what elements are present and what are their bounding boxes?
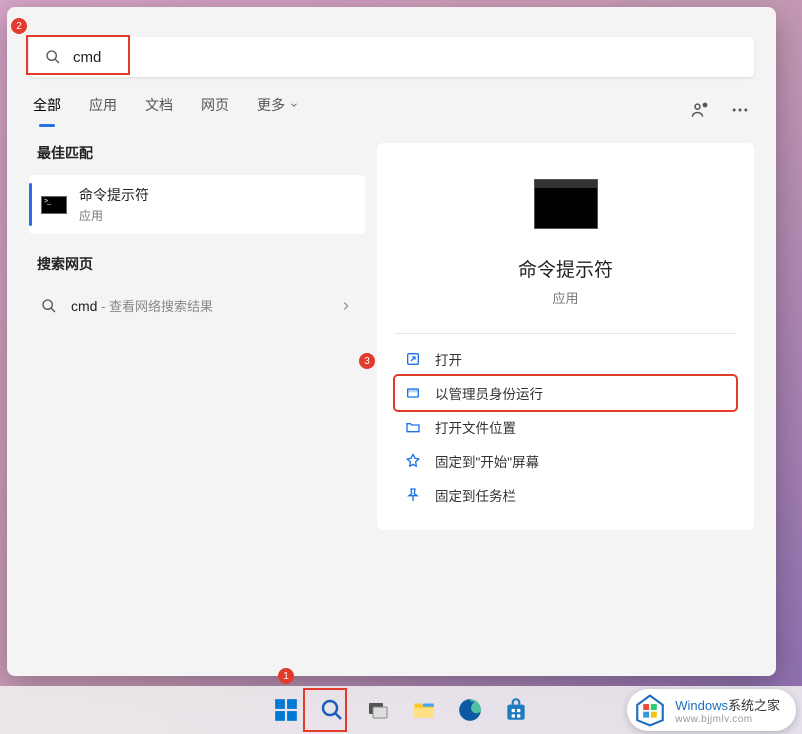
start-button[interactable]: [266, 690, 306, 730]
search-input[interactable]: [73, 49, 738, 66]
tab-more-label: 更多: [257, 95, 285, 115]
preview-app-icon: [534, 179, 598, 229]
taskbar-search[interactable]: [312, 690, 352, 730]
best-match-label: 最佳匹配: [29, 143, 365, 163]
best-match-item[interactable]: 命令提示符 应用: [29, 175, 365, 234]
annotation-badge-1: 1: [278, 668, 294, 684]
preview-title: 命令提示符: [518, 255, 613, 282]
open-icon: [405, 351, 421, 367]
preview-pane: 命令提示符 应用 打开 以管理员身份运行 打开文件位置 固定到"开: [377, 143, 754, 530]
filter-tabs: 全部 应用 文档 网页 更多: [29, 95, 754, 125]
tab-apps[interactable]: 应用: [89, 95, 117, 125]
pin-icon: [405, 487, 421, 503]
action-label: 以管理员身份运行: [435, 383, 543, 403]
watermark-title: Windows系统之家: [675, 695, 780, 714]
watermark-logo-icon: [633, 693, 667, 727]
web-search-item[interactable]: cmd - 查看网络搜索结果: [29, 286, 365, 325]
action-pin-start[interactable]: 固定到"开始"屏幕: [395, 444, 736, 478]
web-search-text: cmd - 查看网络搜索结果: [71, 296, 325, 315]
folder-icon: [411, 697, 437, 723]
action-pin-taskbar[interactable]: 固定到任务栏: [395, 478, 736, 512]
microsoft-store[interactable]: [496, 690, 536, 730]
pin-icon: [405, 453, 421, 469]
admin-icon: [405, 385, 421, 401]
store-icon: [503, 697, 529, 723]
action-label: 固定到"开始"屏幕: [435, 451, 539, 471]
action-open[interactable]: 打开: [395, 342, 736, 376]
task-view[interactable]: [358, 690, 398, 730]
search-icon: [45, 49, 61, 65]
annotation-badge-3: 3: [359, 353, 375, 369]
tab-web[interactable]: 网页: [201, 95, 229, 125]
best-match-title: 命令提示符: [79, 185, 149, 205]
results-column: 最佳匹配 命令提示符 应用 搜索网页 cmd - 查看网络搜索结果: [29, 143, 365, 530]
chevron-down-icon: [289, 100, 299, 110]
more-options-icon[interactable]: [730, 100, 750, 120]
action-label: 打开: [435, 349, 462, 369]
cmd-app-icon: [41, 196, 67, 214]
watermark: Windows系统之家 www.bjjmlv.com: [627, 689, 796, 731]
preview-subtitle: 应用: [552, 288, 578, 307]
task-view-icon: [366, 698, 390, 722]
watermark-url: www.bjjmlv.com: [675, 714, 780, 725]
search-panel: 全部 应用 文档 网页 更多 最佳匹配 命令提示符 应用 搜索网页: [7, 7, 776, 676]
divider: [395, 333, 736, 334]
action-open-location[interactable]: 打开文件位置: [395, 410, 736, 444]
tab-docs[interactable]: 文档: [145, 95, 173, 125]
tab-all[interactable]: 全部: [33, 95, 61, 125]
search-bar[interactable]: [29, 37, 754, 77]
account-sync-icon[interactable]: [690, 100, 710, 120]
file-explorer[interactable]: [404, 690, 444, 730]
action-label: 固定到任务栏: [435, 485, 516, 505]
search-icon: [320, 698, 344, 722]
edge-icon: [457, 697, 483, 723]
edge-browser[interactable]: [450, 690, 490, 730]
chevron-right-icon: [339, 299, 353, 313]
annotation-badge-2: 2: [11, 18, 27, 34]
tab-more[interactable]: 更多: [257, 95, 299, 125]
action-label: 打开文件位置: [435, 417, 516, 437]
best-match-subtitle: 应用: [79, 207, 149, 224]
action-run-as-admin[interactable]: 以管理员身份运行: [395, 376, 736, 410]
folder-icon: [405, 419, 421, 435]
search-icon: [41, 298, 57, 314]
windows-logo-icon: [273, 697, 299, 723]
web-search-label: 搜索网页: [29, 254, 365, 274]
